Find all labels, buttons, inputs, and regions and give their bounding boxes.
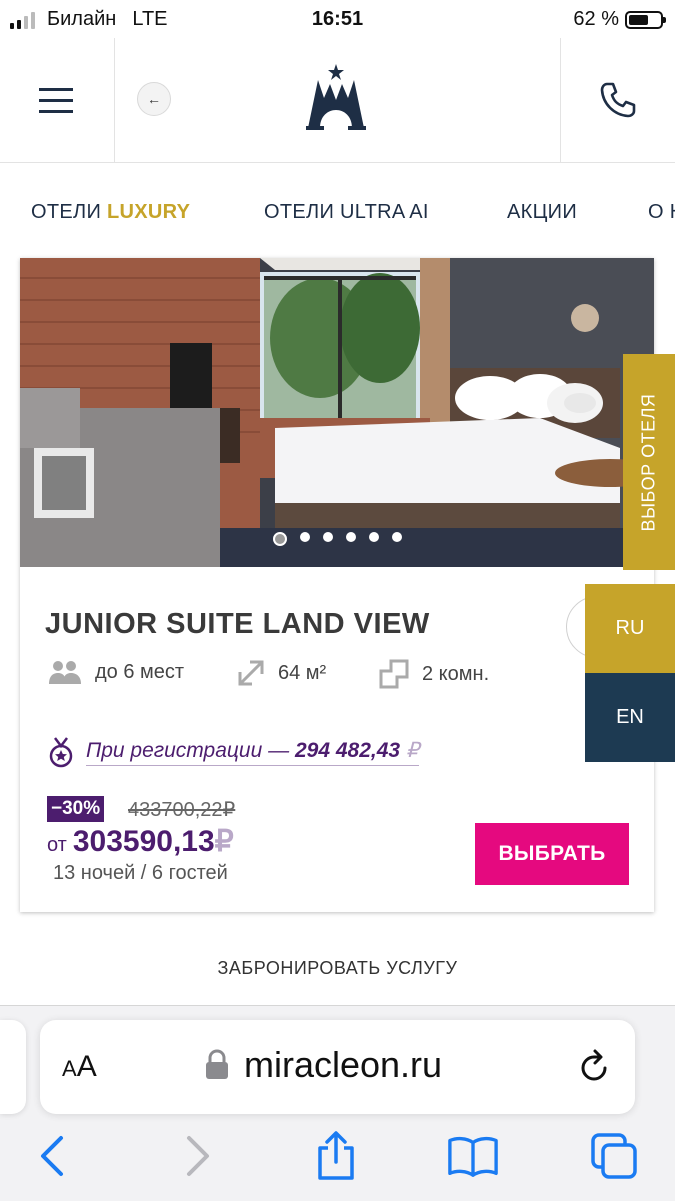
discount-badge: −30% bbox=[47, 796, 105, 822]
hamburger-icon bbox=[39, 88, 73, 113]
nav-item-ultra-ai[interactable]: ОТЕЛИ ULTRA AI bbox=[264, 201, 429, 224]
aa-big: A bbox=[76, 1050, 97, 1083]
carousel-dot[interactable] bbox=[345, 532, 356, 542]
area-text: 64 м² bbox=[278, 661, 327, 684]
guests-text: до 6 мест bbox=[95, 660, 185, 683]
chevron-right-icon bbox=[187, 1136, 209, 1176]
nav-item-about[interactable]: О Н bbox=[648, 201, 675, 224]
carousel-dot[interactable] bbox=[272, 532, 287, 546]
book-icon bbox=[448, 1136, 498, 1177]
price-currency: ₽ bbox=[214, 825, 234, 858]
main-nav: ОТЕЛИ LUXURY ОТЕЛИ ULTRA AI АКЦИИ О Н bbox=[0, 163, 675, 259]
carousel-dots[interactable] bbox=[20, 532, 654, 546]
share-icon bbox=[318, 1131, 354, 1180]
browser-back-button[interactable] bbox=[26, 1130, 78, 1182]
castle-logo[interactable] bbox=[296, 58, 376, 142]
price-value: 303590,13 bbox=[72, 825, 215, 858]
carousel-dot[interactable] bbox=[368, 532, 379, 542]
room-photo[interactable] bbox=[20, 258, 654, 567]
feature-guests: до 6 мест bbox=[47, 658, 184, 686]
nav-item-promotions[interactable]: АКЦИИ bbox=[507, 201, 577, 224]
reader-settings-button[interactable]: AA bbox=[62, 1050, 97, 1084]
previous-tab-peek[interactable] bbox=[0, 1020, 26, 1114]
bookmarks-button[interactable] bbox=[447, 1130, 499, 1182]
nav-accent: LUXURY bbox=[106, 201, 191, 223]
rooms-icon bbox=[379, 659, 409, 689]
battery-info: 62 % bbox=[573, 8, 666, 31]
url-text: miracleon.ru bbox=[244, 1044, 443, 1085]
arrow-left-icon: ← bbox=[147, 91, 161, 107]
price-from: от bbox=[47, 834, 67, 856]
tabs-icon bbox=[591, 1133, 637, 1179]
url-display[interactable]: miracleon.ru bbox=[204, 1044, 442, 1086]
chevron-left-icon bbox=[41, 1136, 63, 1176]
menu-button[interactable] bbox=[0, 38, 114, 162]
promo-currency: ₽ bbox=[405, 739, 420, 762]
book-service-link[interactable]: ЗАБРОНИРОВАТЬ УСЛУГУ bbox=[0, 958, 675, 979]
feature-area: 64 м² bbox=[236, 658, 326, 688]
share-button[interactable] bbox=[310, 1130, 362, 1182]
status-bar: Билайн LTE 16:51 62 % bbox=[0, 0, 675, 38]
hotel-select-tab[interactable]: ВЫБОР ОТЕЛЯ bbox=[623, 354, 675, 570]
old-price: 433700,22₽ bbox=[128, 799, 236, 821]
browser-forward-button[interactable] bbox=[172, 1130, 224, 1182]
aa-small: A bbox=[62, 1056, 77, 1081]
nav-label: ОТЕЛИ bbox=[31, 201, 102, 223]
choose-button[interactable]: ВЫБРАТЬ bbox=[475, 823, 629, 885]
hotel-select-label: ВЫБОР ОТЕЛЯ bbox=[638, 393, 659, 531]
promo-price: 294 482,43 bbox=[294, 739, 401, 762]
lock-icon bbox=[206, 1049, 228, 1079]
carousel-dot[interactable] bbox=[322, 532, 333, 542]
phone-icon bbox=[600, 82, 636, 118]
promo-text: При регистрации — bbox=[86, 739, 290, 762]
reload-icon[interactable] bbox=[574, 1046, 614, 1086]
back-button[interactable]: ← bbox=[137, 82, 171, 116]
stay-details: 13 ночей / 6 гостей bbox=[53, 862, 228, 884]
registration-promo[interactable]: При регистрации — 294 482,43 ₽ bbox=[48, 736, 420, 768]
feature-rooms: 2 комн. bbox=[378, 658, 489, 690]
lang-en-button[interactable]: EN bbox=[585, 673, 675, 762]
carousel-dot[interactable] bbox=[391, 532, 402, 542]
phone-button[interactable] bbox=[561, 38, 675, 162]
room-card: JUNIOR SUITE LAND VIEW до 6 мест 64 м² 2… bbox=[20, 258, 654, 912]
medal-icon bbox=[49, 737, 73, 768]
site-header: ← bbox=[0, 38, 675, 163]
current-price: от 303590,13 ₽ bbox=[47, 824, 234, 859]
nav-item-luxury[interactable]: ОТЕЛИ LUXURY bbox=[31, 201, 190, 224]
tabs-button[interactable] bbox=[588, 1130, 640, 1182]
lang-ru-button[interactable]: RU bbox=[585, 584, 675, 673]
rooms-text: 2 комн. bbox=[422, 662, 490, 685]
battery-icon bbox=[625, 10, 666, 29]
people-icon bbox=[49, 661, 81, 684]
battery-percent: 62 % bbox=[573, 8, 619, 30]
expand-arrow-icon bbox=[238, 660, 264, 686]
room-title: JUNIOR SUITE LAND VIEW bbox=[45, 608, 430, 640]
carousel-dot[interactable] bbox=[299, 532, 310, 542]
